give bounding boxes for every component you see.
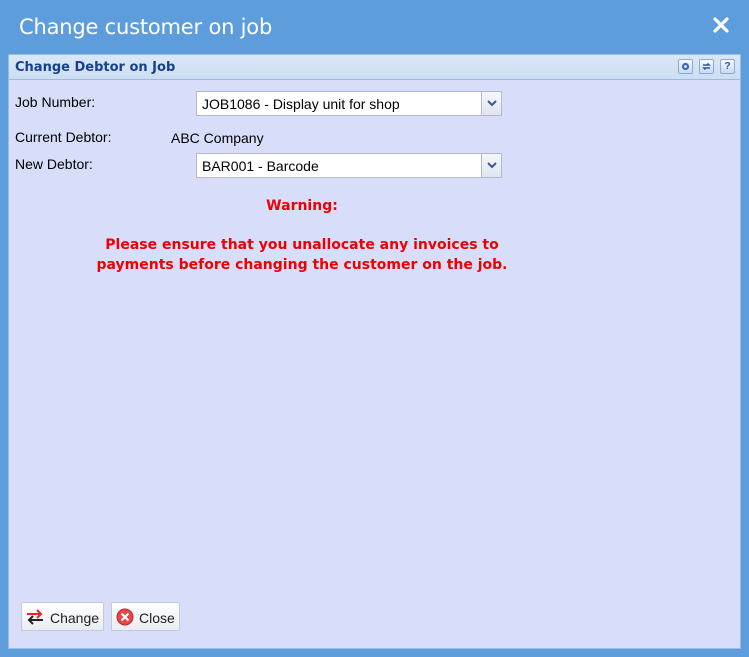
change-button-label: Change [50,610,100,626]
help-icon[interactable]: ? [720,59,735,74]
dialog-window: Change customer on job Change Debtor on … [0,0,749,657]
window-title: Change customer on job [19,15,273,39]
close-button-label: Close [139,610,175,626]
chevron-down-icon[interactable] [481,92,501,115]
swap-arrows-icon [26,608,44,631]
change-button[interactable]: Change [21,602,104,631]
job-number-value: JOB1086 - Display unit for shop [202,96,400,112]
close-button[interactable]: Close [111,602,180,631]
close-circle-icon [116,608,134,631]
current-debtor-label: Current Debtor: [15,129,112,145]
warning-line-1: Please ensure that you unallocate any in… [105,237,499,253]
warning-line-2: payments before changing the customer on… [96,257,508,273]
panel-title: Change Debtor on Job [15,60,176,75]
refresh-icon[interactable] [699,59,714,74]
chevron-down-icon[interactable] [481,154,501,177]
panel-header: Change Debtor on Job ? [9,55,740,80]
change-debtor-panel: Change Debtor on Job ? Job Number: JOB10… [8,54,741,649]
new-debtor-select[interactable]: BAR001 - Barcode [196,153,502,178]
current-debtor-value: ABC Company [171,130,264,146]
window-titlebar[interactable]: Change customer on job [0,0,749,54]
close-icon[interactable] [712,14,730,36]
new-debtor-value: BAR001 - Barcode [202,158,319,174]
new-debtor-label: New Debtor: [15,156,93,172]
warning-heading: Warning: [266,198,338,214]
job-number-select[interactable]: JOB1086 - Display unit for shop [196,91,502,116]
job-number-label: Job Number: [15,94,96,110]
gear-icon[interactable] [678,59,693,74]
